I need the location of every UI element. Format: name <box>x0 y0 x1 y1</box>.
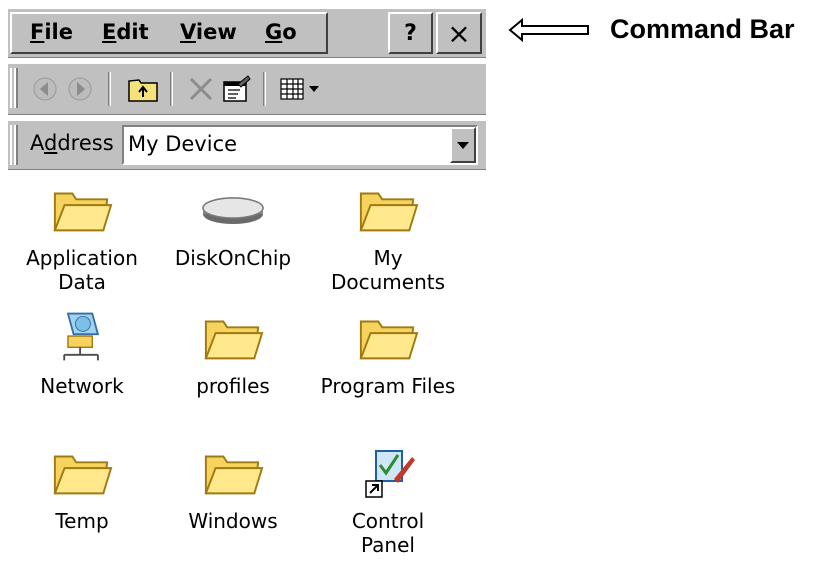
menu-go[interactable]: Go <box>265 20 297 44</box>
item-label: Documents <box>330 270 446 294</box>
toolbar-separator <box>263 72 266 106</box>
item-label: DiskOnChip <box>174 246 292 270</box>
view-details-icon <box>280 78 319 100</box>
command-bar-annotation: Command Bar <box>508 14 795 45</box>
folder-icon <box>51 443 113 501</box>
toolbar-grip-inner <box>14 68 18 108</box>
address-value: My Device <box>128 132 238 156</box>
up-folder-button[interactable] <box>126 70 160 108</box>
chevron-down-icon <box>457 142 469 149</box>
item-temp[interactable]: Temp <box>7 443 157 533</box>
menu-file[interactable]: File <box>30 20 73 44</box>
address-dropdown-button[interactable] <box>450 127 476 163</box>
control-panel-shortcut-icon <box>365 450 415 498</box>
address-grip-inner <box>14 125 18 165</box>
folder-icon <box>51 180 113 238</box>
toolbar-separator <box>170 72 173 106</box>
item-control-panel[interactable]: Control Panel <box>313 443 463 557</box>
address-bar: Address My Device <box>8 120 486 170</box>
item-program-files[interactable]: Program Files <box>313 308 463 398</box>
address-label: Address <box>30 131 114 155</box>
delete-icon <box>189 77 213 101</box>
item-profiles[interactable]: profiles <box>158 308 308 398</box>
item-label: Windows <box>188 509 278 533</box>
item-label: Panel <box>361 533 415 557</box>
item-diskonchip[interactable]: DiskOnChip <box>158 180 308 270</box>
help-button[interactable]: ? <box>388 12 433 54</box>
explorer-window: File Edit View Go ? × Address My Device … <box>8 8 486 563</box>
delete-button[interactable] <box>184 70 218 108</box>
forward-arrow-icon <box>68 77 92 101</box>
folder-icon <box>357 180 419 238</box>
folder-icon <box>357 308 419 366</box>
item-label: Temp <box>55 509 109 533</box>
item-my-documents[interactable]: My Documents <box>313 180 463 294</box>
annotation-label: Command Bar <box>610 14 795 44</box>
item-label: Program Files <box>320 374 456 398</box>
command-bar: File Edit View Go ? × <box>8 8 486 58</box>
close-button[interactable]: × <box>436 12 482 54</box>
properties-icon <box>223 75 251 102</box>
item-windows[interactable]: Windows <box>158 443 308 533</box>
toolbar <box>8 63 486 115</box>
item-label: Network <box>40 374 124 398</box>
menu-bar: File Edit View Go <box>10 12 328 54</box>
disk-drive-icon <box>202 197 264 224</box>
network-icon <box>63 312 100 361</box>
item-label: Data <box>58 270 106 294</box>
properties-button[interactable] <box>220 70 254 108</box>
arrow-left-icon <box>508 17 589 42</box>
back-button[interactable] <box>28 70 62 108</box>
back-arrow-icon <box>33 77 57 101</box>
item-label: profiles <box>196 374 270 398</box>
item-label: My <box>373 246 403 270</box>
folder-icon <box>202 443 264 501</box>
menu-view[interactable]: View <box>180 20 237 44</box>
item-label: Application <box>26 246 138 270</box>
item-network[interactable]: Network <box>7 308 157 398</box>
forward-button[interactable] <box>63 70 97 108</box>
folder-icon <box>202 308 264 366</box>
item-label: Control <box>351 509 425 533</box>
item-application-data[interactable]: Application Data <box>7 180 157 294</box>
view-mode-button[interactable] <box>276 70 328 108</box>
menu-edit[interactable]: Edit <box>102 20 149 44</box>
toolbar-separator <box>108 72 111 106</box>
address-field[interactable]: My Device <box>122 125 478 165</box>
up-folder-icon <box>128 79 158 102</box>
